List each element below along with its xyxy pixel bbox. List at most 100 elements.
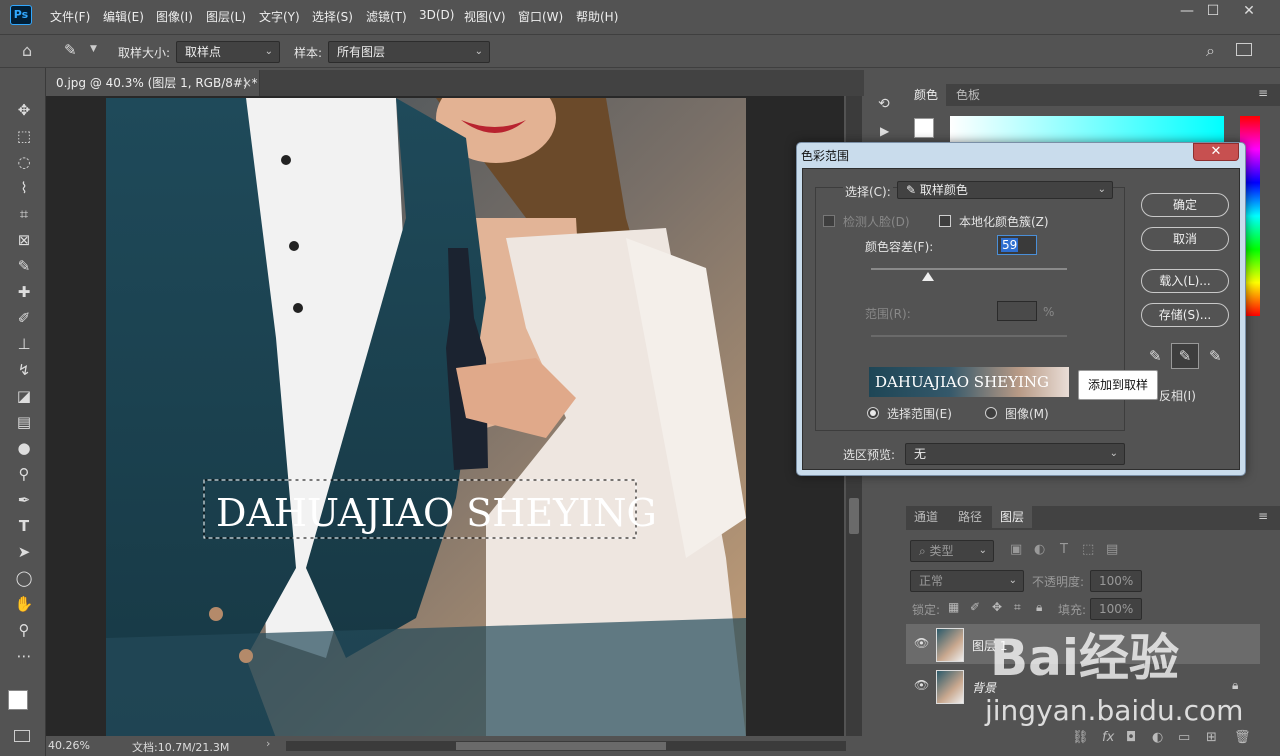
hand-tool-icon[interactable]: ✋ [12, 592, 36, 616]
delete-layer-icon[interactable]: 🗑︎ [1234, 730, 1251, 745]
select-dropdown[interactable]: ✎ 取样颜色 ⌄ [897, 181, 1113, 199]
menu-select[interactable]: 选择(S) [312, 8, 353, 25]
maximize-button[interactable]: ☐ [1202, 4, 1224, 18]
menu-layer[interactable]: 图层(L) [206, 8, 246, 25]
lock-brush-icon[interactable]: ✐ [970, 600, 980, 614]
link-layers-icon[interactable]: ⛓ [1072, 730, 1089, 745]
ellipse-tool-icon[interactable]: ◯ [12, 566, 36, 590]
menu-file[interactable]: 文件(F) [50, 8, 90, 25]
new-layer-icon[interactable]: ⊞ [1206, 730, 1217, 745]
menu-type[interactable]: 文字(Y) [259, 8, 300, 25]
eraser-tool-icon[interactable]: ◪ [12, 384, 36, 408]
stamp-tool-icon[interactable]: ⊥ [12, 332, 36, 356]
load-button[interactable]: 载入(L)... [1141, 269, 1229, 293]
play-actions-icon[interactable]: ▶ [880, 124, 889, 138]
healing-brush-tool-icon[interactable]: ✚ [12, 280, 36, 304]
tab-color[interactable]: 颜色 [906, 84, 947, 106]
status-menu-chevron-icon[interactable]: › [266, 737, 270, 750]
more-tools-icon[interactable]: ⋯ [12, 644, 36, 668]
image-radio[interactable] [985, 407, 997, 419]
cancel-button[interactable]: 取消 [1141, 227, 1229, 251]
eyedropper-minus-icon[interactable]: ✎ [1209, 347, 1222, 365]
zoom-tool-icon[interactable]: ⚲ [12, 618, 36, 642]
panel-menu-icon[interactable]: ≡ [1258, 86, 1268, 100]
brush-tool-icon[interactable]: ✐ [12, 306, 36, 330]
color-panel-foreground-swatch[interactable] [914, 118, 934, 138]
filter-shape-icon[interactable]: ⬚ [1082, 542, 1094, 557]
horizontal-scrollbar[interactable] [286, 741, 846, 751]
filter-type-icon[interactable]: T [1060, 542, 1068, 557]
adjustment-layer-icon[interactable]: ◐ [1152, 730, 1163, 745]
fuzziness-slider-thumb[interactable] [921, 272, 934, 281]
fuzziness-input[interactable]: 59 [997, 235, 1037, 255]
path-select-tool-icon[interactable]: ➤ [12, 540, 36, 564]
foreground-color-swatch[interactable] [8, 690, 28, 710]
move-tool-icon[interactable]: ✥ [12, 98, 36, 122]
canvas-area[interactable]: DAHUAJIAO SHEYING [46, 96, 844, 736]
sample-size-select[interactable]: 取样点 ⌄ [176, 41, 280, 63]
blend-mode-select[interactable]: 正常 ⌄ [910, 570, 1024, 592]
horizontal-scroll-thumb[interactable] [456, 742, 666, 750]
visibility-eye-icon[interactable]: 👁︎ [914, 636, 929, 650]
tab-paths[interactable]: 路径 [950, 506, 990, 528]
minimize-button[interactable]: — [1176, 4, 1198, 18]
home-icon[interactable]: ⌂ [22, 41, 32, 60]
filter-pixel-icon[interactable]: ▣ [1010, 542, 1022, 557]
close-tab-icon[interactable]: × [242, 70, 252, 96]
menu-image[interactable]: 图像(I) [156, 8, 193, 25]
marquee-tool-icon[interactable]: ⬚ [12, 124, 36, 148]
eyedropper-plus-icon[interactable]: ✎ [1171, 343, 1199, 369]
scroll-thumb[interactable] [849, 498, 859, 534]
lock-all-icon[interactable]: 🔒︎ [1036, 600, 1042, 615]
frame-tool-icon[interactable]: ⊠ [12, 228, 36, 252]
history-icon[interactable]: ⟲ [878, 96, 890, 112]
selection-preview-select[interactable]: 无 ⌄ [905, 443, 1125, 465]
new-group-icon[interactable]: ▭ [1178, 730, 1190, 745]
lock-position-icon[interactable]: ✥ [992, 600, 1002, 614]
quick-select-tool-icon[interactable]: ⌇ [12, 176, 36, 200]
document-tab[interactable]: 0.jpg @ 40.3% (图层 1, RGB/8#) * × [46, 70, 260, 96]
sample-select[interactable]: 所有图层 ⌄ [328, 41, 490, 63]
dialog-close-button[interactable]: ✕ [1193, 143, 1239, 161]
tool-preset-chevron-icon[interactable]: ▼ [90, 44, 97, 54]
menu-view[interactable]: 视图(V) [464, 8, 506, 25]
close-window-button[interactable]: ✕ [1238, 4, 1260, 18]
save-button[interactable]: 存储(S)... [1141, 303, 1229, 327]
zoom-level[interactable]: 40.26% [48, 739, 90, 752]
localized-clusters-checkbox[interactable] [939, 215, 951, 227]
fx-icon[interactable]: fx [1102, 730, 1114, 745]
pen-tool-icon[interactable]: ✒ [12, 488, 36, 512]
range-slider-track[interactable] [871, 335, 1067, 337]
ok-button[interactable]: 确定 [1141, 193, 1229, 217]
detect-faces-checkbox[interactable] [823, 215, 835, 227]
lock-artboard-icon[interactable]: ⌗ [1014, 600, 1021, 615]
filter-smart-object-icon[interactable]: ▤ [1106, 542, 1118, 557]
tab-layers[interactable]: 图层 [992, 506, 1033, 528]
eyedropper-icon[interactable]: ✎ [1149, 347, 1162, 365]
menu-3d[interactable]: 3D(D) [419, 8, 454, 22]
lock-pixels-icon[interactable]: ▦ [948, 600, 959, 614]
panel-menu-icon[interactable]: ≡ [1258, 509, 1268, 523]
tab-channels[interactable]: 通道 [906, 506, 946, 528]
eyedropper-tool-icon[interactable]: ✎ [12, 254, 36, 278]
quick-mask-icon[interactable] [14, 730, 30, 742]
crop-tool-icon[interactable]: ⌗ [12, 202, 36, 226]
lasso-tool-icon[interactable]: ◌ [12, 150, 36, 174]
type-tool-icon[interactable]: T [12, 514, 36, 538]
menu-filter[interactable]: 滤镜(T) [366, 8, 407, 25]
dodge-tool-icon[interactable]: ⚲ [12, 462, 36, 486]
blur-tool-icon[interactable]: ● [12, 436, 36, 460]
search-icon[interactable]: ⌕ [1206, 41, 1215, 61]
fuzziness-slider-track[interactable] [871, 268, 1067, 270]
menu-help[interactable]: 帮助(H) [576, 8, 618, 25]
workspace-icon[interactable] [1236, 43, 1252, 56]
add-mask-icon[interactable]: ◘ [1126, 730, 1136, 745]
eyedropper-icon[interactable]: ✎ [64, 41, 77, 59]
fill-input[interactable]: 100% [1090, 598, 1142, 620]
layer-filter-select[interactable]: ⌕ 类型 ⌄ [910, 540, 994, 562]
menu-window[interactable]: 窗口(W) [518, 8, 563, 25]
gradient-tool-icon[interactable]: ▤ [12, 410, 36, 434]
menu-edit[interactable]: 编辑(E) [103, 8, 144, 25]
filter-adjustment-icon[interactable]: ◐ [1034, 542, 1045, 557]
history-brush-tool-icon[interactable]: ↯ [12, 358, 36, 382]
